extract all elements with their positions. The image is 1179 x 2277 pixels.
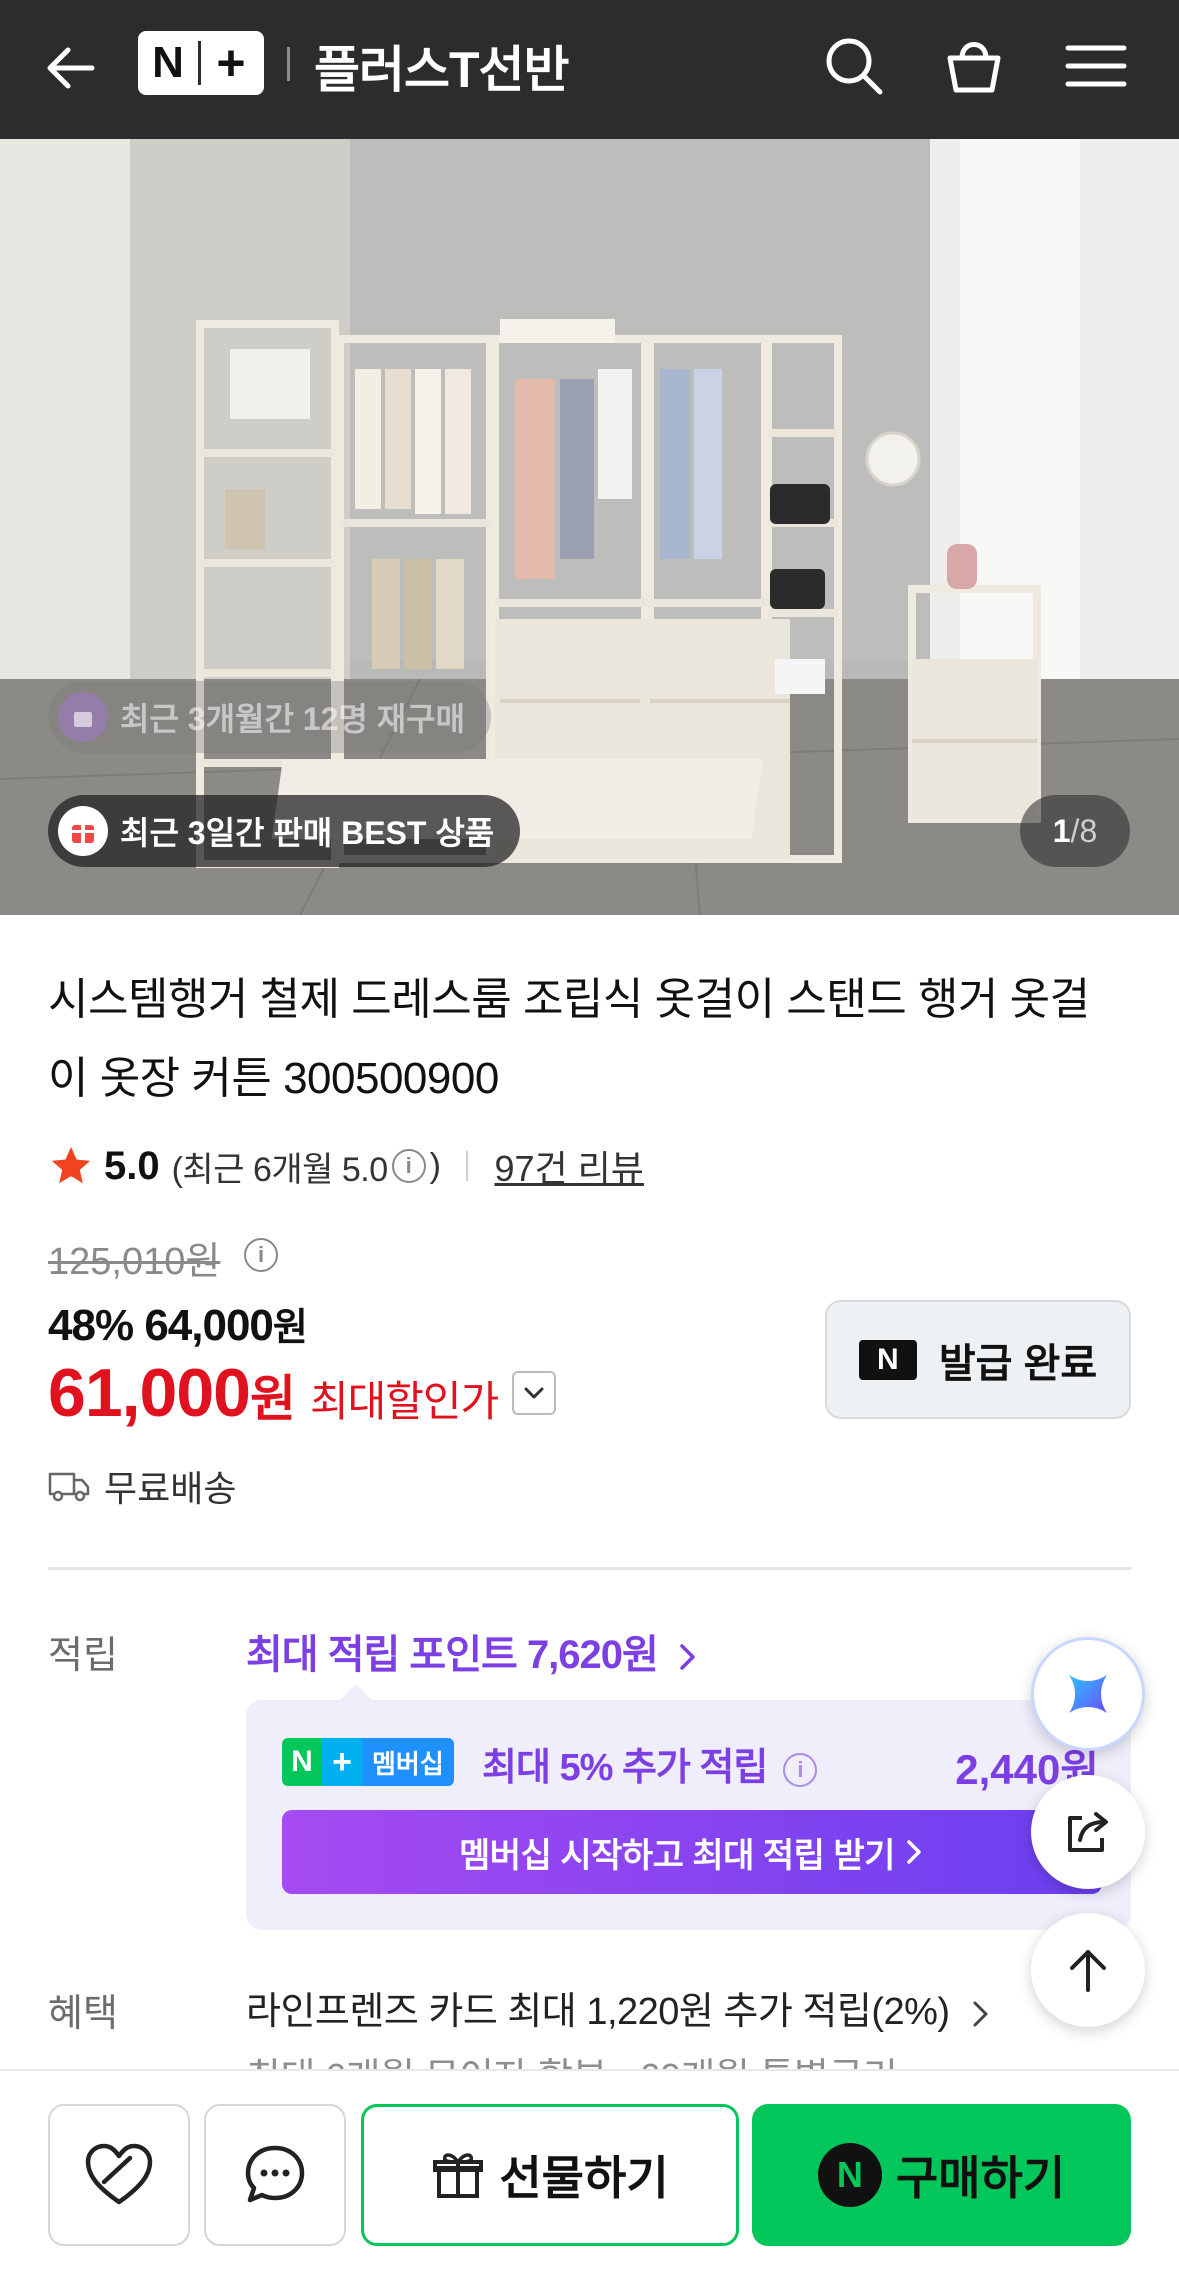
membership-cta-label: 멤버십 시작하고 최대 적립 받기 [459,1836,895,1875]
header-divider [287,47,290,81]
repurchase-text: 최근 3개월간 12명 재구매 [120,701,466,737]
card-benefit-link[interactable]: 라인프렌즈 카드 최대 1,220원 추가 적립(2%) [246,1980,992,2035]
bottom-action-bar: 선물하기 N 구매하기 [0,2069,1179,2277]
shopping-bag-icon[interactable] [940,32,1008,100]
chevron-down-icon[interactable] [512,1371,557,1415]
rating-score: 5.0 [104,1143,160,1188]
bag-badge-icon [58,692,108,742]
star-icon [51,1146,91,1184]
max-discount-won: 원 [249,1371,296,1427]
discount-percent: 48% [48,1301,134,1350]
rating-divider [466,1151,469,1181]
max-points-text: 최대 적립 포인트 7,620원 [246,1633,659,1677]
talk-button[interactable] [204,2104,346,2246]
gift-button-label: 선물하기 [499,2152,669,2204]
discount-price: 64,000 [144,1301,274,1350]
max-discount-row: 61,000 원 최대할인가 [48,1354,557,1432]
back-arrow-icon[interactable] [40,36,104,100]
share-button[interactable] [1031,1775,1145,1889]
shipping-text: 무료배송 [104,1468,237,1509]
shipping-row: 무료배송 [48,1460,236,1512]
ai-assistant-button[interactable] [1031,1637,1145,1751]
best-seller-text: 최근 3일간 판매 BEST 상품 [120,815,495,851]
ai-sparkle-icon [1069,1675,1107,1713]
gift-box-icon [58,806,108,856]
max-discount-price: 61,000 [48,1355,251,1431]
badge-plus: + [322,1738,362,1786]
naver-plus-logo[interactable]: N + [138,31,264,95]
rating-row: 5.0 (최근 6개월 5.0 i ) 97건 리뷰 [48,1140,644,1192]
naver-pay-icon: N [817,2143,882,2207]
chevron-right-icon [680,1644,695,1671]
best-seller-badge: 최근 3일간 판매 BEST 상품 [48,795,521,867]
discount-price-row: 48% 64,000원 [48,1296,308,1351]
scroll-top-button[interactable] [1031,1913,1145,2027]
store-name[interactable]: 플러스T선반 [314,30,570,102]
badge-n: N [282,1738,322,1786]
chevron-right-icon [907,1840,921,1864]
coupon-button-label: 발급 완료 [938,1341,1098,1386]
coupon-issued-button[interactable]: N 발급 완료 [825,1300,1131,1419]
logo-plus: + [216,35,246,91]
membership-badge: N + 멤버십 [282,1738,454,1786]
chat-bubble-icon [245,2145,305,2203]
membership-cta-button[interactable]: 멤버십 시작하고 최대 적립 받기 [282,1810,1102,1894]
heart-icon [85,2143,153,2205]
points-label: 적립 [48,1635,118,1677]
naver-coupon-icon: N [858,1339,917,1380]
recent-rating: (최근 6개월 5.0 [171,1150,389,1189]
card-benefit-text: 라인프렌즈 카드 최대 1,220원 추가 적립(2%) [246,1991,950,2033]
menu-icon[interactable] [1062,32,1130,100]
top-header: N + 플러스T선반 [0,0,1179,139]
share-icon [1068,1812,1108,1852]
extra-points-text: 최대 5% 추가 적립 i [482,1736,817,1791]
review-count-link[interactable]: 97건 리뷰 [494,1140,643,1192]
product-image-carousel[interactable]: 최근 3개월간 12명 재구매 최근 3일간 판매 BEST 상품 1 /8 [0,139,1179,915]
gift-button[interactable]: 선물하기 [361,2104,739,2246]
gift-icon [433,2153,484,2198]
search-icon[interactable] [820,32,888,100]
membership-box: N + 멤버십 최대 5% 추가 적립 i 2,440원 멤버십 시작하고 최대… [246,1684,1131,1930]
extra-points-label: 최대 5% 추가 적립 [482,1747,768,1789]
original-price: 125,010원 [48,1241,221,1283]
info-icon[interactable]: i [782,1752,817,1787]
buy-button-label: 구매하기 [895,2152,1066,2204]
max-discount-label: 최대할인가 [309,1378,499,1425]
section-divider [48,1567,1131,1570]
wishlist-button[interactable] [48,2104,190,2246]
badge-text: 멤버십 [362,1738,454,1786]
arrow-up-icon [1070,1950,1106,1992]
info-icon[interactable]: i [391,1149,426,1183]
max-points-link[interactable]: 최대 적립 포인트 7,620원 [246,1622,700,1680]
image-index: 1 [1052,812,1071,849]
discount-won: 원 [272,1307,308,1349]
repurchase-badge: 최근 3개월간 12명 재구매 [48,681,492,753]
chevron-right-icon [973,2001,988,2027]
image-counter: 1 /8 [1020,795,1130,867]
product-title: 시스템행거 철제 드레스룸 조립식 옷걸이 스탠드 행거 옷걸이 옷장 커튼 3… [48,975,1090,1103]
image-total: /8 [1070,812,1098,849]
benefits-label: 혜택 [48,1993,118,2035]
price-info-icon[interactable]: i [244,1238,278,1272]
recent-rating-close: ) [429,1146,441,1185]
buy-button[interactable]: N 구매하기 [752,2104,1131,2246]
truck-icon [48,1472,90,1502]
logo-n: N [152,38,184,87]
box-pointer [338,1684,374,1702]
